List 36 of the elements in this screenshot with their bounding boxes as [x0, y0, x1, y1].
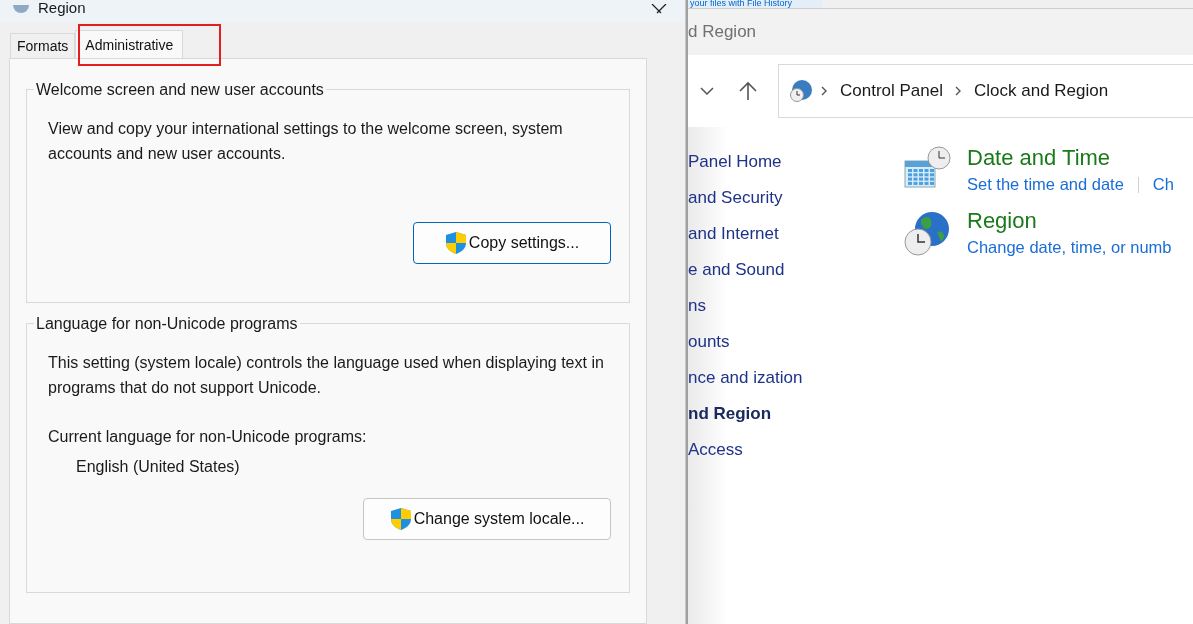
current-language-label: Current language for non-Unicode programs:: [48, 428, 368, 446]
window-title: d Region: [688, 22, 757, 42]
sidebar-link[interactable]: Access: [688, 437, 798, 462]
sidebar-link[interactable]: ounts: [688, 329, 798, 354]
description-text: View and copy your international settings to the welcome screen, system accounts and new user accounts.: [48, 119, 564, 164]
description-text: This setting (system locale) controls the language used when displaying text in programs that do not support Unicode.: [48, 353, 605, 398]
task-link[interactable]: Change date, time, or numb: [967, 238, 1172, 257]
sidebar-link[interactable]: ns: [688, 293, 798, 318]
sidebar-link[interactable]: and Security: [688, 185, 798, 210]
task-link[interactable]: Ch: [1152, 175, 1174, 194]
category-title[interactable]: Region: [967, 208, 1037, 234]
task-link[interactable]: Set the time and date: [967, 175, 1124, 194]
address-bar[interactable]: Control Panel Clock and Region: [778, 64, 1193, 118]
tab[interactable]: Administrative: [75, 30, 184, 59]
window-title: Region: [38, 0, 87, 16]
chevron-right-icon: [821, 86, 828, 96]
category-title[interactable]: Date and Time: [967, 145, 1111, 171]
copy-settings-button[interactable]: Copy settings...: [413, 222, 611, 264]
link[interactable]: your files with File History: [688, 0, 823, 8]
calendar-clock-icon: [903, 145, 953, 191]
sidebar-link[interactable]: nd Region: [688, 401, 798, 426]
breadcrumb-item[interactable]: Control Panel: [836, 81, 947, 101]
sidebar-link[interactable]: e and Sound: [688, 257, 798, 282]
chevron-right-icon: [955, 86, 962, 96]
breadcrumb-item[interactable]: Clock and Region: [970, 81, 1113, 101]
chevron-down-icon[interactable]: [700, 87, 714, 95]
sidebar-link[interactable]: and Internet: [688, 221, 798, 246]
sidebar-link[interactable]: Panel Home: [688, 149, 798, 174]
tab[interactable]: Formats: [10, 33, 76, 58]
change-locale-button[interactable]: Change system locale...: [363, 498, 611, 540]
group-title: Language for non-Unicode programs: [34, 314, 300, 334]
globe-clock-icon: [789, 79, 813, 103]
current-language-value: English (United States): [76, 458, 241, 476]
up-arrow-icon[interactable]: [738, 81, 758, 101]
shield-icon: [444, 231, 467, 255]
shield-icon: [389, 507, 412, 531]
